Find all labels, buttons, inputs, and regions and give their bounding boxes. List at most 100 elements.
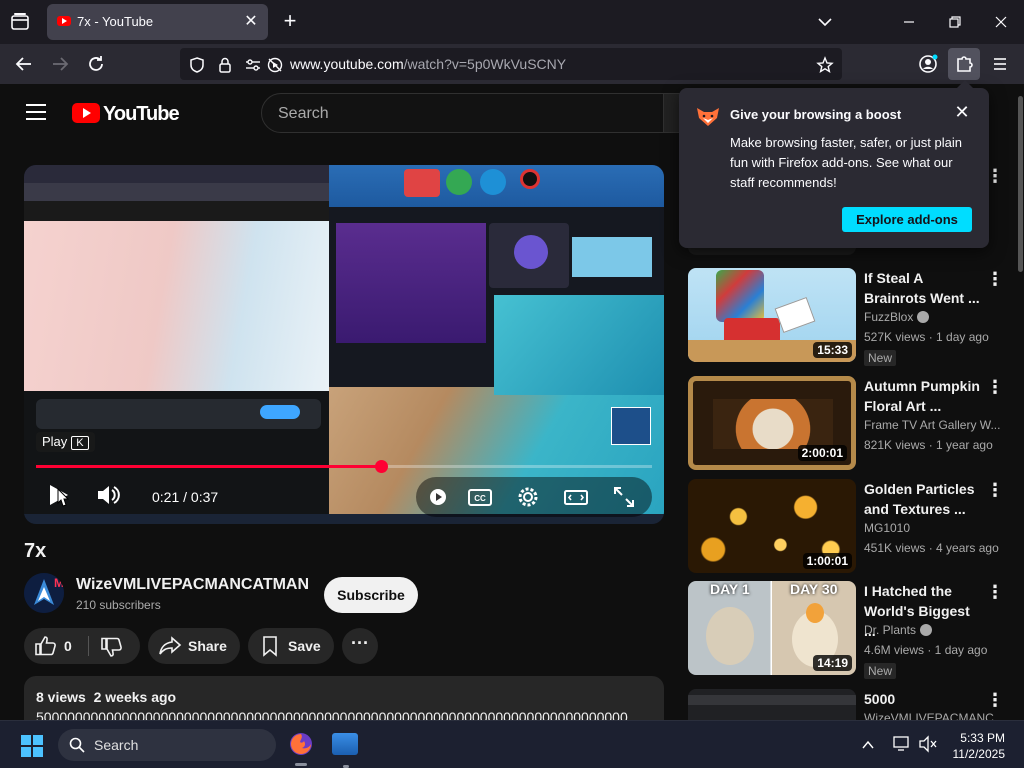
upload-date: 2 weeks ago [93, 689, 177, 705]
network-icon[interactable] [892, 735, 912, 753]
tab-bar: 7x - YouTube ✕ + [0, 0, 1024, 44]
taskbar-search-input[interactable]: Search [58, 729, 276, 761]
settings-gear-icon[interactable] [514, 483, 542, 511]
progress-fill [36, 465, 381, 468]
channel-name[interactable]: WizeVMLIVEPACMANCATMAN [76, 576, 309, 594]
autoplay-toggle-icon[interactable] [424, 483, 452, 511]
more-options-icon[interactable]: ⋮ [986, 270, 1004, 290]
more-options-icon[interactable]: ⋮ [986, 583, 1004, 603]
more-options-icon[interactable]: ⋮ [986, 481, 1004, 501]
reload-icon[interactable] [84, 52, 108, 76]
progress-bar[interactable] [36, 460, 652, 473]
permissions-icon[interactable] [244, 56, 262, 74]
minimize-window-icon[interactable] [897, 10, 921, 34]
channel-avatar[interactable]: M [24, 573, 64, 613]
back-arrow-icon[interactable] [12, 52, 36, 76]
account-icon[interactable] [916, 52, 940, 76]
edge-icon [480, 169, 506, 195]
hamburger-menu-icon[interactable] [26, 104, 46, 120]
recorded-ad-button [260, 405, 300, 419]
title-line-1: I Hatched the [864, 583, 952, 599]
tracking-protection-shield-icon[interactable] [188, 56, 206, 74]
video-thumbnail: 1:00:01 [688, 479, 856, 573]
forward-arrow-icon[interactable] [48, 52, 72, 76]
addons-recommendation-popup: Give your browsing a boost ✕ Make browsi… [679, 80, 989, 248]
recommendation-channel[interactable]: MG1010 [864, 521, 910, 535]
subscribe-button[interactable]: Subscribe [324, 577, 418, 613]
browser-tab[interactable]: 7x - YouTube ✕ [47, 4, 268, 40]
volume-muted-icon[interactable] [918, 735, 938, 753]
new-tab-button[interactable]: + [280, 10, 300, 32]
more-options-icon[interactable]: ⋮ [986, 691, 1004, 711]
recommendation-channel[interactable]: Dr. Plants [864, 623, 933, 637]
progress-scrubber[interactable] [374, 460, 388, 473]
recommendation-item[interactable]: 1:00:01 Golden Particles and Textures ...… [688, 479, 1024, 575]
youtube-logo-text: YouTube [103, 103, 180, 125]
dislike-thumb-icon[interactable] [100, 636, 124, 658]
recommendation-title: If Steal A Brainrots Went ... [864, 268, 982, 308]
address-bar[interactable]: www.youtube.com/watch?v=5p0WkVuSCNY [180, 48, 842, 80]
channel-watermark-icon [611, 407, 651, 445]
url-host: www.youtube.com [290, 56, 404, 72]
page-scrollbar[interactable] [1016, 84, 1024, 730]
like-divider [88, 636, 89, 656]
fullscreen-icon[interactable] [610, 483, 638, 511]
explore-addons-button[interactable]: Explore add-ons [842, 207, 972, 232]
windows-start-icon[interactable] [20, 734, 44, 758]
save-button[interactable]: Save [248, 628, 334, 664]
close-popup-icon[interactable]: ✕ [954, 103, 970, 121]
record-icon [520, 169, 540, 189]
tab-overview-icon[interactable] [8, 10, 32, 34]
autoplay-blocked-icon[interactable] [266, 56, 284, 74]
title-line-1: Golden Particles [864, 481, 975, 497]
close-tab-icon[interactable]: ✕ [242, 13, 260, 31]
video-player[interactable]: Play K 0:21 / 0:37 CC [24, 165, 664, 524]
recommendation-item[interactable]: 5000 WizeVMLIVEPACMANC... ⋮ [688, 689, 1024, 720]
recommendation-views: 4.6M views · 1 day ago [864, 643, 988, 657]
theater-mode-icon[interactable] [562, 483, 590, 511]
title-line-2: Brainrots Went ... [864, 290, 980, 306]
lock-icon[interactable] [216, 56, 234, 74]
bookmark-star-icon[interactable] [816, 56, 834, 74]
like-dislike-group: 0 [24, 628, 140, 664]
restore-window-icon[interactable] [943, 10, 967, 34]
save-label: Save [288, 638, 321, 654]
app-taskbar-icon[interactable] [332, 733, 358, 768]
url-text[interactable]: www.youtube.com/watch?v=5p0WkVuSCNY [290, 56, 566, 72]
new-badge: New [864, 663, 897, 679]
captions-icon[interactable]: CC [466, 483, 494, 511]
thumb-day1-label: DAY 1 [710, 581, 750, 597]
volume-icon[interactable] [94, 481, 122, 509]
play-shortcut-key: K [71, 436, 89, 450]
share-button[interactable]: Share [148, 628, 240, 664]
windows-taskbar: Search 5:33 PM 11/2/2025 [0, 720, 1024, 768]
video-title: 7x [24, 540, 47, 562]
recommendation-views: 821K views · 1 year ago [864, 438, 993, 452]
firefox-taskbar-icon[interactable] [288, 731, 314, 766]
recommendation-channel[interactable]: WizeVMLIVEPACMANC... [864, 711, 1004, 720]
firefox-fox-icon [695, 106, 721, 128]
chevron-up-icon[interactable] [860, 737, 876, 753]
search-input[interactable]: Search [261, 93, 666, 133]
chevron-down-icon[interactable] [815, 12, 835, 32]
search-icon [68, 736, 86, 754]
extensions-puzzle-icon[interactable] [948, 48, 980, 80]
more-options-icon[interactable]: ⋮ [986, 378, 1004, 398]
recommendation-item[interactable]: 2:00:01 Autumn Pumpkin Floral Art ... Fra… [688, 376, 1024, 472]
like-thumb-icon[interactable] [34, 635, 58, 657]
clock-date: 11/2/2025 [952, 747, 1006, 761]
play-tooltip: Play K [36, 432, 95, 452]
popup-title: Give your browsing a boost [730, 107, 902, 122]
more-actions-icon[interactable]: ··· [342, 628, 378, 664]
thumb-day30-label: DAY 30 [790, 581, 838, 597]
clock[interactable]: 5:33 PM 11/2/2025 [949, 730, 1006, 762]
recommendation-channel[interactable]: FuzzBlox [864, 310, 930, 324]
close-window-icon[interactable] [989, 10, 1013, 34]
video-thumbnail: DAY 1 DAY 30 14:19 [688, 581, 856, 675]
recommendation-item[interactable]: DAY 1 DAY 30 14:19 I Hatched the World's … [688, 581, 1024, 679]
app-menu-icon[interactable] [988, 52, 1012, 76]
recommendation-item[interactable]: 15:33 If Steal A Brainrots Went ... FuzzB… [688, 268, 1024, 366]
scrollbar-thumb[interactable] [1018, 96, 1023, 272]
recommendation-channel[interactable]: Frame TV Art Gallery W... [864, 418, 1000, 432]
active-app-indicator [295, 763, 307, 766]
